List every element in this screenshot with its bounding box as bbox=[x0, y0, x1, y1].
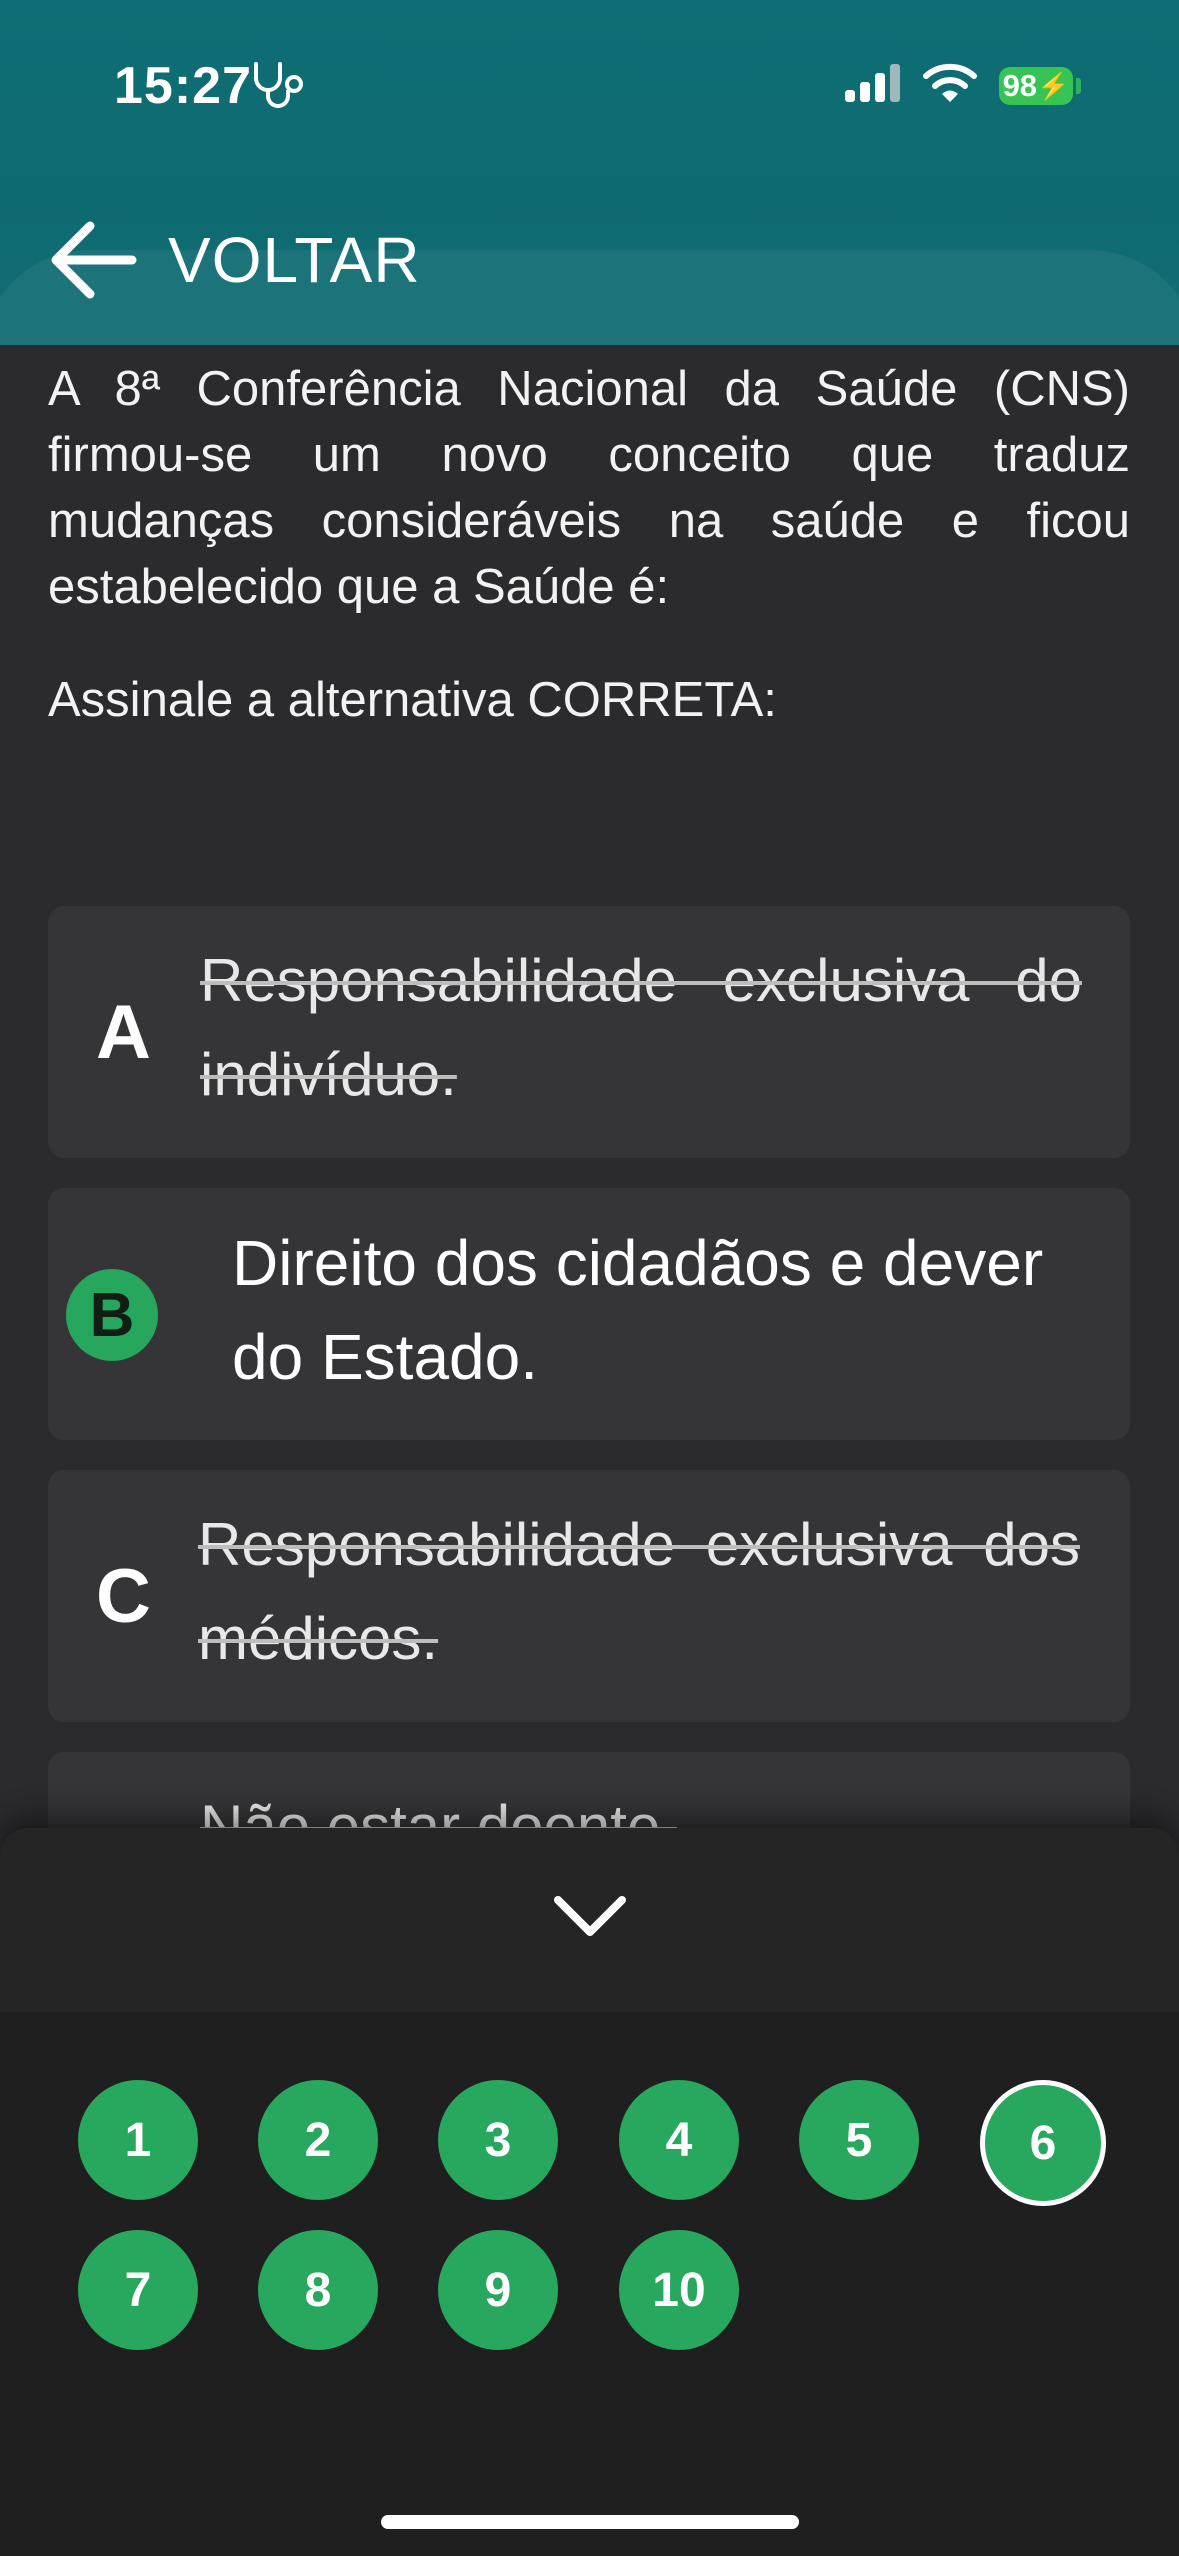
status-time: 15:27 bbox=[114, 57, 252, 115]
option-letter-selected-badge: B bbox=[66, 1269, 158, 1361]
option-letter: A bbox=[96, 989, 151, 1075]
back-label: VOLTAR bbox=[168, 224, 421, 296]
cellular-signal-icon bbox=[845, 64, 900, 102]
question-number-button[interactable]: 7 bbox=[78, 2230, 198, 2350]
option-c[interactable]: C Responsabilidade exclusiva dos médicos… bbox=[48, 1470, 1130, 1722]
battery-nub bbox=[1076, 78, 1081, 94]
question-number-button[interactable]: 2 bbox=[258, 2080, 378, 2200]
question-navigator-panel: 1 2 3 4 5 6 7 8 9 10 bbox=[0, 1828, 1179, 2556]
question-number-button[interactable]: 8 bbox=[258, 2230, 378, 2350]
back-button[interactable]: VOLTAR bbox=[48, 210, 421, 310]
question-instruction: Assinale a alternativa CORRETA: bbox=[48, 673, 777, 727]
battery-level: 98 bbox=[1002, 68, 1038, 103]
arrow-left-icon bbox=[51, 221, 137, 299]
question-number-button[interactable]: 10 bbox=[619, 2230, 739, 2350]
home-indicator bbox=[381, 2515, 799, 2529]
option-text: Direito dos cidadãos e dever do Estado. bbox=[232, 1227, 1044, 1393]
question-number-button[interactable]: 1 bbox=[78, 2080, 198, 2200]
question-number-button-current[interactable]: 6 bbox=[980, 2080, 1106, 2206]
chevron-down-icon[interactable] bbox=[552, 1892, 628, 1942]
panel-handle-area[interactable] bbox=[0, 1828, 1179, 2012]
question-number-button[interactable]: 9 bbox=[438, 2230, 558, 2350]
question-number-button[interactable]: 5 bbox=[799, 2080, 919, 2200]
option-b[interactable]: B Direito dos cidadãos e dever do Estado… bbox=[48, 1188, 1130, 1440]
battery-indicator: 98 ⚡ bbox=[999, 67, 1073, 105]
option-a[interactable]: A Responsabilidade exclusiva do indivídu… bbox=[48, 906, 1130, 1158]
option-letter: C bbox=[96, 1553, 151, 1639]
wifi-icon bbox=[923, 63, 977, 102]
stethoscope-icon bbox=[254, 62, 303, 108]
option-text: Responsabilidade exclusiva dos médicos. bbox=[198, 1511, 1080, 1672]
question-number-button[interactable]: 4 bbox=[619, 2080, 739, 2200]
question-text: A 8ª Conferência Nacional da Saúde (CNS)… bbox=[48, 362, 1130, 614]
charging-bolt-icon: ⚡ bbox=[1037, 70, 1070, 101]
question-number-button[interactable]: 3 bbox=[438, 2080, 558, 2200]
header-bar: 15:27 98 ⚡ VOLTAR bbox=[0, 0, 1179, 345]
option-text: Responsabilidade exclusiva do indivíduo. bbox=[200, 947, 1082, 1108]
